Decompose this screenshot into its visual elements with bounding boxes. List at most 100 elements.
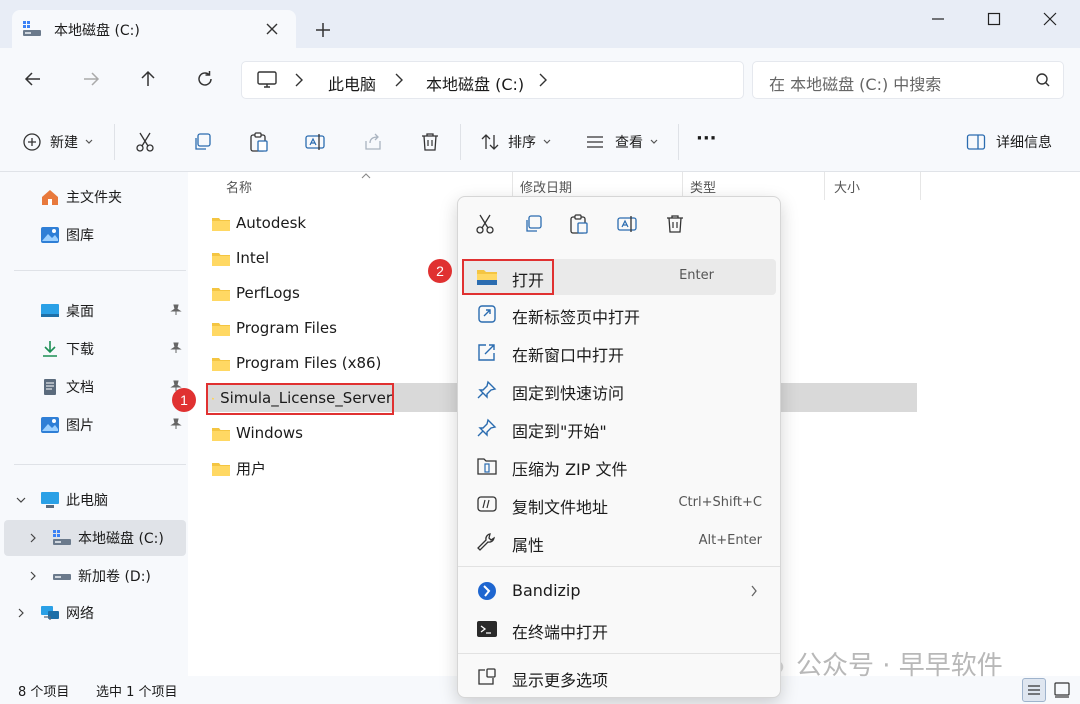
- tab-local-disk[interactable]: 本地磁盘 (C:): [12, 10, 296, 48]
- cut-icon[interactable]: [134, 129, 156, 155]
- new-tab-button[interactable]: [312, 19, 334, 41]
- bandizip-icon: [478, 582, 496, 600]
- minimize-button[interactable]: [918, 6, 958, 32]
- menu-item-label: 在新窗口中打开: [512, 346, 625, 365]
- sidebar-item-downloads[interactable]: 下载: [0, 332, 188, 366]
- menu-item-open-terminal[interactable]: 在终端中打开: [462, 611, 776, 647]
- copy-icon[interactable]: [522, 213, 544, 235]
- toolbar-divider: [678, 124, 679, 160]
- sidebar-item-network[interactable]: 网络: [0, 596, 188, 630]
- breadcrumb-this-pc[interactable]: 此电脑: [328, 71, 376, 95]
- chevron-right-icon: [18, 608, 24, 618]
- sidebar-item-drive-d[interactable]: 新加卷 (D:): [0, 559, 188, 593]
- search-input[interactable]: 在 本地磁盘 (C:) 中搜索: [769, 71, 941, 95]
- breadcrumb-local-disk[interactable]: 本地磁盘 (C:): [426, 71, 524, 95]
- sidebar-item-label: 主文件夹: [66, 190, 122, 206]
- folder-icon: [212, 322, 230, 336]
- tab-title: 本地磁盘 (C:): [54, 23, 140, 39]
- address-bar[interactable]: 此电脑 本地磁盘 (C:): [241, 61, 744, 99]
- rename-icon[interactable]: [304, 129, 326, 155]
- menu-item-properties[interactable]: 属性 Alt+Enter: [462, 524, 776, 560]
- paste-icon[interactable]: [568, 213, 590, 235]
- item-count: 8 个项目: [18, 685, 70, 700]
- menu-item-open-new-tab[interactable]: 在新标签页中打开: [462, 296, 776, 332]
- menu-item-label: 显示更多选项: [512, 671, 609, 690]
- back-arrow-icon[interactable]: [22, 68, 44, 90]
- tab-close-icon[interactable]: [262, 19, 282, 39]
- more-options-button[interactable]: ···: [696, 125, 717, 151]
- sidebar-item-label: 图库: [66, 228, 94, 244]
- menu-item-compress-zip[interactable]: 压缩为 ZIP 文件: [462, 448, 776, 484]
- sidebar-item-this-pc[interactable]: 此电脑: [0, 483, 188, 517]
- maximize-button[interactable]: [974, 6, 1014, 32]
- menu-item-copy-path[interactable]: 复制文件地址 Ctrl+Shift+C: [462, 486, 776, 522]
- sidebar-item-label: 下载: [66, 342, 94, 358]
- view-button[interactable]: 查看: [585, 129, 659, 155]
- search-icon[interactable]: [1035, 72, 1051, 88]
- wrench-icon: [477, 533, 495, 551]
- copy-icon[interactable]: [191, 129, 213, 155]
- sidebar-item-documents[interactable]: 文档: [0, 370, 188, 404]
- column-header-date[interactable]: 修改日期: [520, 177, 572, 196]
- sidebar-item-gallery[interactable]: 图库: [0, 218, 188, 252]
- forward-arrow-icon[interactable]: [80, 68, 102, 90]
- cut-icon[interactable]: [474, 213, 496, 235]
- column-header-name[interactable]: 名称: [226, 177, 252, 196]
- close-window-button[interactable]: [1030, 6, 1070, 32]
- sidebar-item-local-disk-c[interactable]: 本地磁盘 (C:): [4, 520, 186, 556]
- plus-circle-icon: [23, 133, 41, 151]
- menu-item-bandizip[interactable]: Bandizip: [462, 573, 776, 609]
- command-bar: 新建 排序 查看 ··· 详细信息: [0, 112, 1080, 172]
- details-view-icon[interactable]: [1022, 678, 1046, 702]
- menu-item-pin-start[interactable]: 固定到"开始": [462, 410, 776, 446]
- new-button[interactable]: 新建: [22, 129, 94, 155]
- search-box[interactable]: 在 本地磁盘 (C:) 中搜索: [752, 61, 1064, 99]
- up-arrow-icon[interactable]: [137, 68, 159, 90]
- file-name: PerfLogs: [236, 284, 300, 302]
- delete-icon[interactable]: [664, 213, 686, 235]
- drive-icon: [53, 530, 71, 545]
- menu-item-label: 在新标签页中打开: [512, 308, 641, 327]
- folder-icon: [212, 397, 215, 399]
- column-header-type[interactable]: 类型: [690, 177, 716, 196]
- chevron-right-icon: [30, 533, 36, 543]
- delete-icon[interactable]: [419, 129, 441, 155]
- toolbar-divider: [114, 124, 115, 160]
- share-icon[interactable]: [362, 129, 384, 155]
- selection-count: 选中 1 个项目: [96, 685, 178, 700]
- rename-icon[interactable]: [616, 213, 638, 235]
- tiles-view-icon[interactable]: [1052, 680, 1072, 700]
- menu-item-shortcut: Enter: [679, 268, 714, 283]
- column-header-size[interactable]: 大小: [834, 177, 860, 196]
- chevron-right-icon[interactable]: [394, 72, 404, 88]
- menu-item-open-new-window[interactable]: 在新窗口中打开: [462, 334, 776, 370]
- sidebar-item-pictures[interactable]: 图片: [0, 408, 188, 442]
- sort-button[interactable]: 排序: [480, 129, 552, 155]
- menu-item-show-more-options[interactable]: 显示更多选项: [462, 659, 776, 695]
- file-row-selected[interactable]: Simula_License_Server: [212, 382, 392, 414]
- chevron-right-icon[interactable]: [538, 72, 548, 88]
- folder-icon: [212, 427, 230, 441]
- sort-label: 排序: [508, 135, 536, 151]
- folder-icon: [212, 357, 230, 371]
- computer-icon: [256, 70, 278, 90]
- paste-icon[interactable]: [248, 129, 270, 155]
- menu-item-label: Bandizip: [512, 581, 581, 600]
- file-name: Intel: [236, 249, 270, 267]
- chevron-down-icon: [543, 139, 551, 144]
- terminal-icon: [477, 621, 497, 637]
- sidebar-item-home[interactable]: 主文件夹: [0, 180, 188, 214]
- chevron-right-icon[interactable]: [294, 72, 304, 88]
- open-new-tab-icon: [478, 305, 496, 323]
- chevron-right-icon: [751, 585, 757, 597]
- refresh-icon[interactable]: [194, 68, 216, 90]
- column-divider: [920, 172, 921, 200]
- menu-divider: [458, 566, 780, 567]
- menu-item-pin-quick-access[interactable]: 固定到快速访问: [462, 372, 776, 408]
- sidebar-item-desktop[interactable]: 桌面: [0, 294, 188, 328]
- pictures-icon: [41, 417, 59, 433]
- file-name: Program Files (x86): [236, 354, 382, 372]
- menu-item-label: 压缩为 ZIP 文件: [512, 460, 628, 479]
- drive-icon: [53, 574, 71, 580]
- details-button[interactable]: 详细信息: [966, 129, 1052, 155]
